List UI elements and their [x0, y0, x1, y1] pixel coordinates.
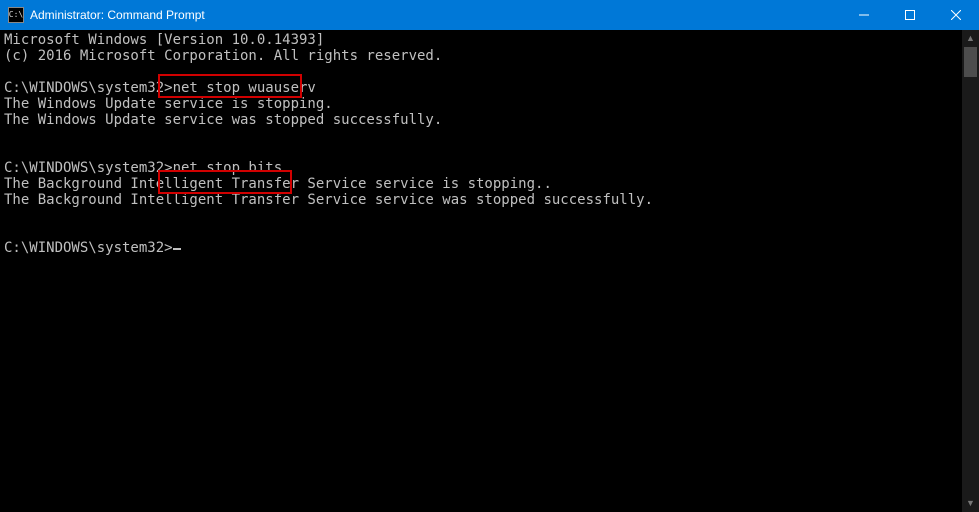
client-area: Microsoft Windows [Version 10.0.14393] (…: [0, 30, 979, 512]
maximize-button[interactable]: [887, 0, 933, 30]
terminal-line: C:\WINDOWS\system32>net stop bits: [4, 160, 282, 176]
vertical-scrollbar[interactable]: ▲ ▼: [962, 30, 979, 512]
terminal-line: The Windows Update service was stopped s…: [4, 112, 442, 128]
close-button[interactable]: [933, 0, 979, 30]
window-title: Administrator: Command Prompt: [30, 8, 205, 22]
minimize-icon: [859, 10, 869, 20]
minimize-button[interactable]: [841, 0, 887, 30]
scroll-down-button[interactable]: ▼: [962, 495, 979, 512]
terminal-line: The Background Intelligent Transfer Serv…: [4, 176, 552, 192]
terminal-line: C:\WINDOWS\system32>: [4, 240, 173, 256]
scrollbar-track[interactable]: [962, 47, 979, 495]
scroll-up-button[interactable]: ▲: [962, 30, 979, 47]
terminal-line: Microsoft Windows [Version 10.0.14393]: [4, 32, 324, 48]
cursor: [173, 248, 181, 250]
terminal-line: The Windows Update service is stopping.: [4, 96, 333, 112]
cmd-window: C:\ Administrator: Command Prompt Micros…: [0, 0, 979, 512]
close-icon: [951, 10, 961, 20]
terminal-line: (c) 2016 Microsoft Corporation. All righ…: [4, 48, 442, 64]
cmd-icon: C:\: [8, 7, 24, 23]
maximize-icon: [905, 10, 915, 20]
terminal-line: The Background Intelligent Transfer Serv…: [4, 192, 653, 208]
scrollbar-thumb[interactable]: [964, 47, 977, 77]
terminal-line: C:\WINDOWS\system32>net stop wuauserv: [4, 80, 316, 96]
title-bar[interactable]: C:\ Administrator: Command Prompt: [0, 0, 979, 30]
terminal-output[interactable]: Microsoft Windows [Version 10.0.14393] (…: [0, 30, 962, 512]
